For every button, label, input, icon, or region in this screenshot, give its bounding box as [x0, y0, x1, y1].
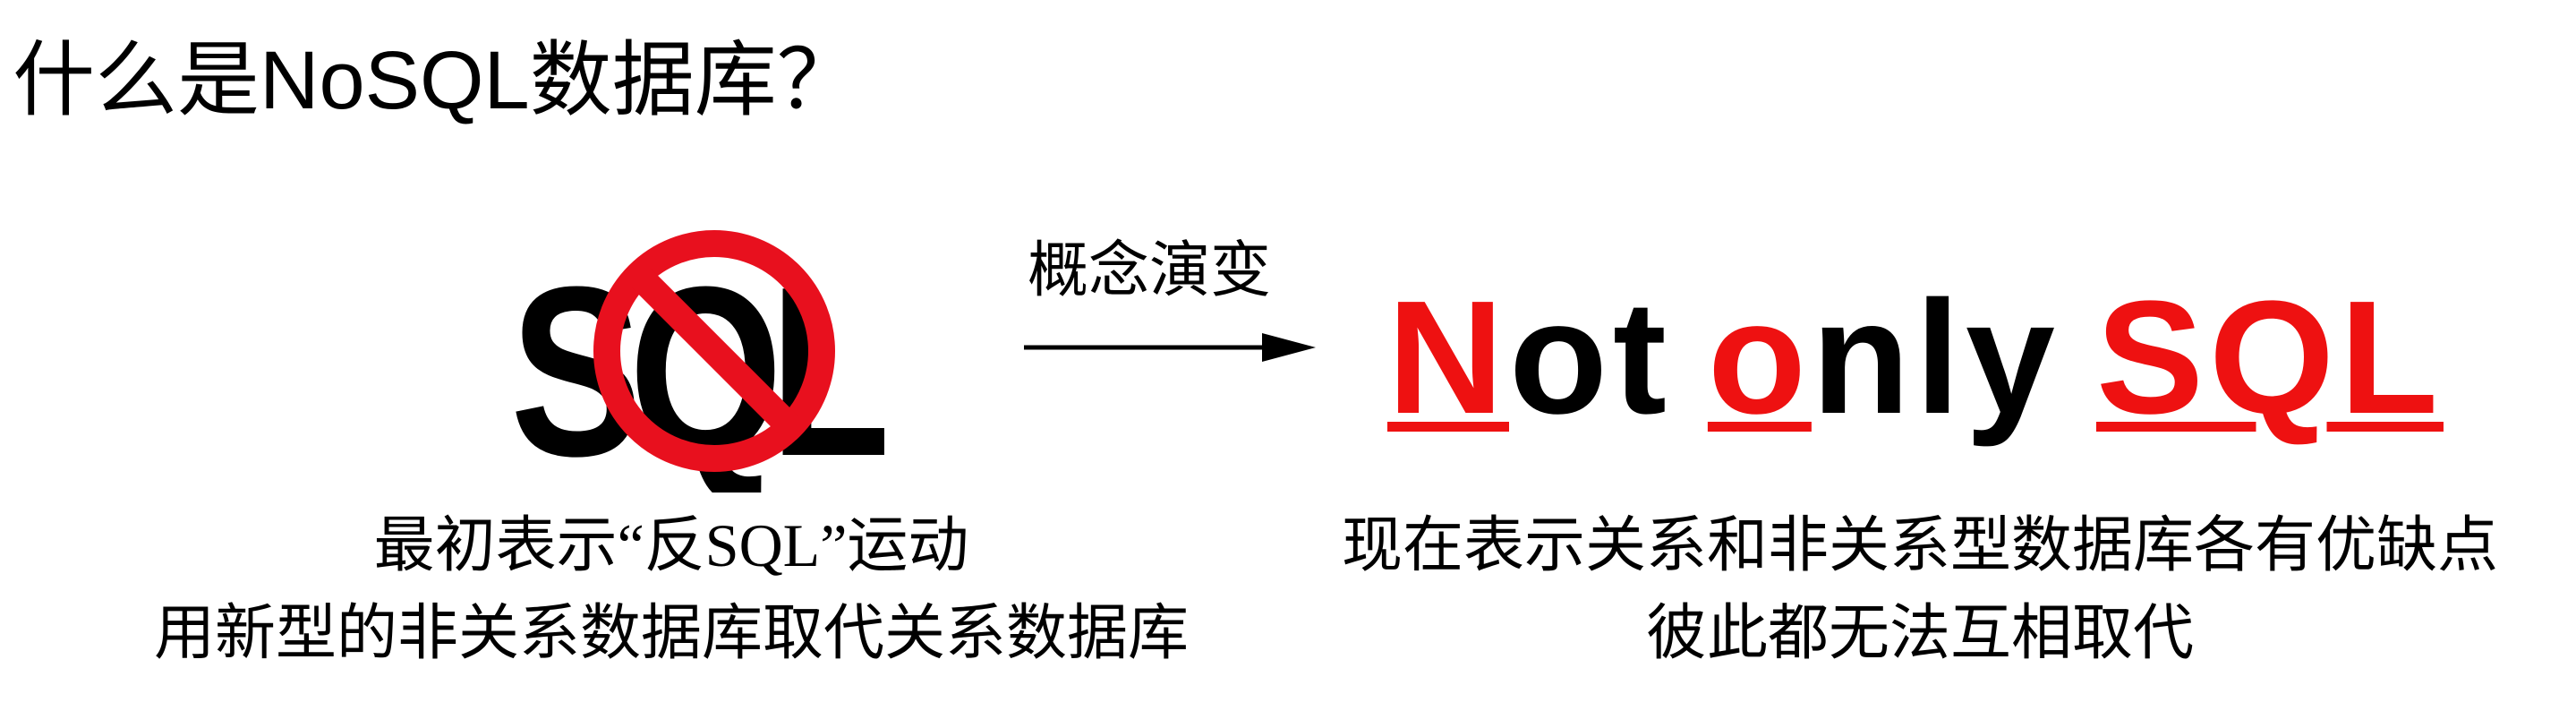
left-description-line-1: 最初表示“反SQL”运动 — [373, 511, 969, 579]
no-sql-logo: SQL — [510, 230, 903, 493]
left-description-line-2: 用新型的非关系数据库取代关系数据库 — [153, 599, 1189, 667]
slogan-text-nly: nly — [1811, 268, 2060, 448]
not-only-sql-slogan: Not only SQL — [1387, 269, 2444, 448]
left-description: 最初表示“反SQL”运动 用新型的非关系数据库取代关系数据库 — [54, 501, 1289, 677]
right-description-line-2: 彼此都无法互相取代 — [1645, 599, 2194, 667]
right-arrow-icon — [1024, 333, 1316, 362]
page-title: 什么是NoSQL数据库？ — [13, 35, 859, 126]
slogan-text-ot: ot — [1509, 268, 1672, 448]
arrow-label: 概念演变 — [1028, 236, 1272, 304]
right-description-line-1: 现在表示关系和非关系型数据库各有优缺点 — [1341, 511, 2498, 579]
slogan-letter-n: N — [1387, 268, 1509, 448]
slogan-text-sql: SQL — [2095, 268, 2444, 448]
slogan-letter-o: o — [1707, 268, 1812, 448]
right-description: 现在表示关系和非关系型数据库各有优缺点 彼此都无法互相取代 — [1271, 501, 2569, 677]
